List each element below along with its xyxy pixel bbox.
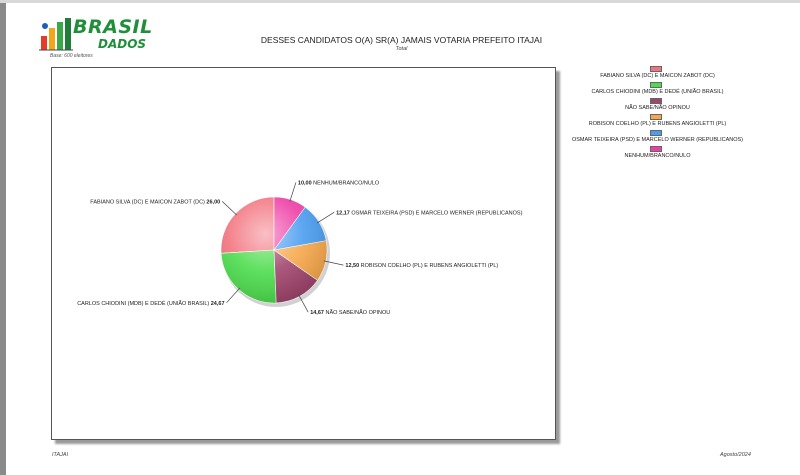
legend-label: FABIANO SILVA (DC) E MAICON ZABOT (DC) (600, 73, 715, 79)
legend-swatch (650, 146, 662, 152)
legend-swatch (650, 82, 662, 88)
logo-word-brasil: BRASIL (73, 16, 153, 38)
pie-data-label: 10,00 NENHUM/BRANCO/NULO (298, 181, 380, 187)
legend-label: NENHUM/BRANCO/NULO (624, 153, 691, 159)
pie-gloss (221, 197, 327, 303)
footer-date: Agosto/2024 (720, 452, 751, 458)
legend-swatch (650, 66, 662, 72)
logo-base-text: Base: 600 eleitores (50, 53, 93, 59)
legend-item: ROBISON COELHO (PL) E RUBENS ANGIOLETTI … (560, 114, 755, 130)
legend-swatch (650, 114, 662, 120)
pie-data-label: FABIANO SILVA (DC) E MAICON ZABOT (DC) 2… (90, 199, 220, 205)
footer-city: ITAJAI (52, 452, 69, 458)
legend-item: OSMAR TEIXEIRA (PSD) E MARCELO WERNER (R… (560, 130, 755, 146)
legend-item: NÃO SABE/NÃO OPINOU (560, 98, 755, 114)
logo-bars-icon (39, 18, 73, 51)
legend-swatch (650, 130, 662, 136)
pie-data-label: 14,67 NÃO SABE/NÃO OPINOU (310, 309, 390, 316)
pie-leader-line (221, 201, 238, 216)
pie-data-label: 12,17 OSMAR TEIXEIRA (PSD) E MARCELO WER… (336, 210, 522, 216)
pie-chart: FABIANO SILVA (DC) E MAICON ZABOT (DC) 2… (77, 181, 522, 317)
legend-label: NÃO SABE/NÃO OPINOU (625, 105, 690, 111)
legend-item: CARLOS CHIODINI (MDB) E DEDÉ (UNIÃO BRAS… (560, 82, 755, 98)
logo-word-dados: DADOS (98, 37, 147, 51)
pie-leader-line (289, 182, 297, 202)
legend-item: FABIANO SILVA (DC) E MAICON ZABOT (DC) (560, 66, 755, 82)
pie-data-label: 12,50 ROBISON COELHO (PL) E RUBENS ANGIO… (345, 263, 498, 269)
brand-logo: BRASIL DADOS Base: 600 eleitores (38, 16, 153, 60)
legend-label: ROBISON COELHO (PL) E RUBENS ANGIOLETTI … (588, 121, 727, 127)
window-edge (0, 0, 6, 475)
pie-leader-line (226, 287, 241, 304)
pie-leader-line (317, 212, 335, 224)
legend-swatch (650, 98, 662, 104)
chart-title: DESSES CANDIDATOS O(A) SR(A) JAMAIS VOTA… (260, 35, 543, 45)
chart-subtitle: Total (395, 46, 408, 52)
pie-data-label: CARLOS CHIODINI (MDB) E DEDÉ (UNIÃO BRAS… (77, 300, 224, 307)
chart-frame: FABIANO SILVA (DC) E MAICON ZABOT (DC) 2… (51, 67, 556, 440)
window-top-edge (0, 0, 800, 3)
legend-item: NENHUM/BRANCO/NULO (560, 146, 755, 162)
legend-label: OSMAR TEIXEIRA (PSD) E MARCELO WERNER (R… (571, 137, 744, 143)
chart-legend: FABIANO SILVA (DC) E MAICON ZABOT (DC) CA… (560, 66, 755, 162)
legend-label: CARLOS CHIODINI (MDB) E DEDÉ (UNIÃO BRAS… (591, 89, 724, 95)
